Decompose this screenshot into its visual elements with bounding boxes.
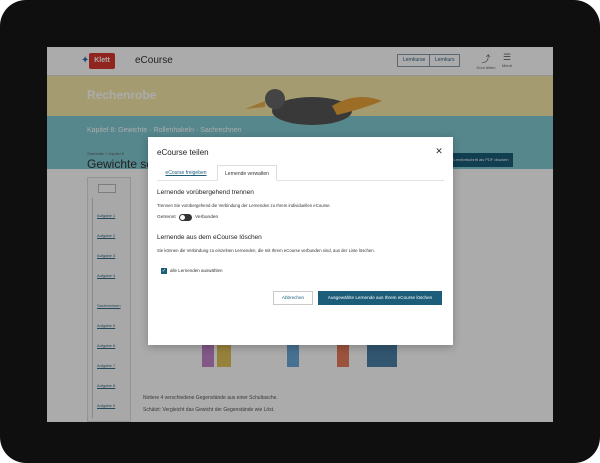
connection-toggle[interactable] (179, 214, 192, 221)
delete-selected-button[interactable]: Ausgewählte Lernende aus Ihrem eCourse l… (318, 291, 442, 305)
tab-lernende-verwalten[interactable]: Lernende verwalten (217, 165, 277, 181)
dialog-title: eCourse teilen (157, 148, 209, 157)
screen: ✦ Klett eCourse Lernkurse Lernkurs ⤴ Kurs… (47, 47, 553, 422)
toggle-label-getrennt: Getrennt (157, 215, 176, 220)
section-text-trennen: Trennen Sie vorübergehend die Verbindung… (157, 203, 331, 208)
toggle-label-verbunden: Verbunden (195, 215, 219, 220)
section-title-loeschen: Lernende aus dem eCourse löschen (157, 234, 262, 241)
share-dialog: eCourse teilen ✕ eCourse freigeben Lerne… (148, 137, 453, 345)
close-icon[interactable]: ✕ (434, 146, 444, 156)
section-text-loeschen: Sie können die Verbindung zu einzelnen L… (157, 248, 375, 253)
dialog-tabs: eCourse freigeben Lernende verwalten (157, 165, 444, 181)
tablet-frame: ✦ Klett eCourse Lernkurse Lernkurs ⤴ Kurs… (0, 0, 600, 463)
tab-ecourse-freigeben[interactable]: eCourse freigeben (159, 165, 213, 181)
cancel-button[interactable]: Abbrechen (273, 291, 313, 305)
select-all-label: alle Lernenden auswählen (170, 268, 223, 273)
section-title-trennen: Lernende vorübergehend trennen (157, 189, 254, 196)
toggle-knob (180, 215, 185, 220)
select-all-checkbox[interactable]: ✓ (161, 268, 167, 274)
